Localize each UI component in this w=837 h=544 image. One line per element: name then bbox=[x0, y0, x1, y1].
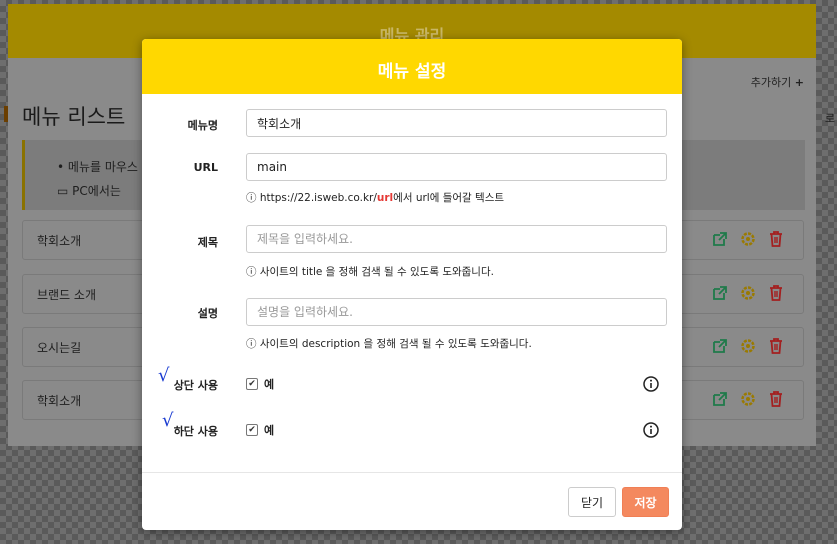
plus-icon: + bbox=[794, 76, 804, 89]
title-label: 제목 bbox=[197, 236, 218, 249]
gear-icon[interactable] bbox=[739, 390, 757, 408]
menu-name-input[interactable] bbox=[246, 109, 667, 137]
checkbox-checked-icon: ✔ bbox=[246, 424, 258, 436]
menu-settings-modal: 메뉴 설정 메뉴명 URL ⓘ https://22.isweb.co.kr/u… bbox=[142, 39, 682, 530]
menu-name-label: 메뉴명 bbox=[187, 119, 218, 132]
monitor-icon: ▭ bbox=[57, 184, 69, 198]
title-input[interactable] bbox=[246, 225, 667, 253]
close-button[interactable]: 닫기 bbox=[568, 487, 616, 517]
modal-title: 메뉴 설정 bbox=[377, 62, 447, 82]
info-circle-icon: ⓘ bbox=[246, 338, 257, 350]
checkbox-checked-icon: ✔ bbox=[246, 378, 258, 390]
trash-icon[interactable] bbox=[767, 337, 785, 355]
right-edge-text: 로 bbox=[824, 112, 835, 125]
info-circle-icon[interactable] bbox=[643, 422, 659, 438]
info-line: ▭ PC에서는 bbox=[57, 184, 121, 198]
info-circle-icon: ⓘ bbox=[246, 192, 257, 204]
trash-icon[interactable] bbox=[767, 284, 785, 302]
info-circle-icon: ⓘ bbox=[246, 266, 257, 278]
url-label: URL bbox=[193, 161, 218, 174]
bottom-use-label: 하단 사용 bbox=[173, 425, 218, 438]
top-use-checkbox[interactable]: ✔ 예 bbox=[246, 376, 274, 392]
bottom-use-option-label: 예 bbox=[264, 424, 275, 437]
save-button[interactable]: 저장 bbox=[622, 487, 669, 517]
top-use-option-label: 예 bbox=[264, 378, 275, 391]
gear-icon[interactable] bbox=[739, 230, 757, 248]
add-menu-label: 추가하기 bbox=[750, 76, 792, 89]
list-item-label: 오시는길 bbox=[37, 341, 82, 355]
menu-list-title: 메뉴 리스트 bbox=[22, 105, 126, 129]
title-help-text: ⓘ 사이트의 title 을 정해 검색 될 수 있도록 도와줍니다. bbox=[246, 266, 494, 278]
trash-icon[interactable] bbox=[767, 390, 785, 408]
modal-footer-divider bbox=[142, 472, 682, 473]
list-title-marker bbox=[4, 106, 8, 122]
external-link-icon[interactable] bbox=[711, 337, 729, 355]
info-line: • 메뉴를 마우스 bbox=[57, 160, 138, 174]
modal-header: 메뉴 설정 bbox=[142, 39, 682, 94]
list-item-label: 브랜드 소개 bbox=[37, 288, 97, 302]
trash-icon[interactable] bbox=[767, 230, 785, 248]
description-label: 설명 bbox=[197, 307, 218, 320]
info-circle-icon[interactable] bbox=[643, 376, 659, 392]
external-link-icon[interactable] bbox=[711, 230, 729, 248]
description-input[interactable] bbox=[246, 298, 667, 326]
url-help-text: ⓘ https://22.isweb.co.kr/url에서 url에 들어갈 … bbox=[246, 192, 505, 204]
external-link-icon[interactable] bbox=[711, 390, 729, 408]
top-use-label: 상단 사용 bbox=[173, 379, 218, 392]
external-link-icon[interactable] bbox=[711, 284, 729, 302]
add-menu-button[interactable]: 추가하기 + bbox=[751, 74, 804, 90]
list-item-label: 학회소개 bbox=[37, 394, 82, 408]
url-input[interactable] bbox=[246, 153, 667, 181]
bottom-use-checkbox[interactable]: ✔ 예 bbox=[246, 422, 274, 438]
gear-icon[interactable] bbox=[739, 337, 757, 355]
list-item-label: 학회소개 bbox=[37, 234, 82, 248]
gear-icon[interactable] bbox=[739, 284, 757, 302]
description-help-text: ⓘ 사이트의 description 을 정해 검색 될 수 있도록 도와줍니다… bbox=[246, 338, 532, 350]
